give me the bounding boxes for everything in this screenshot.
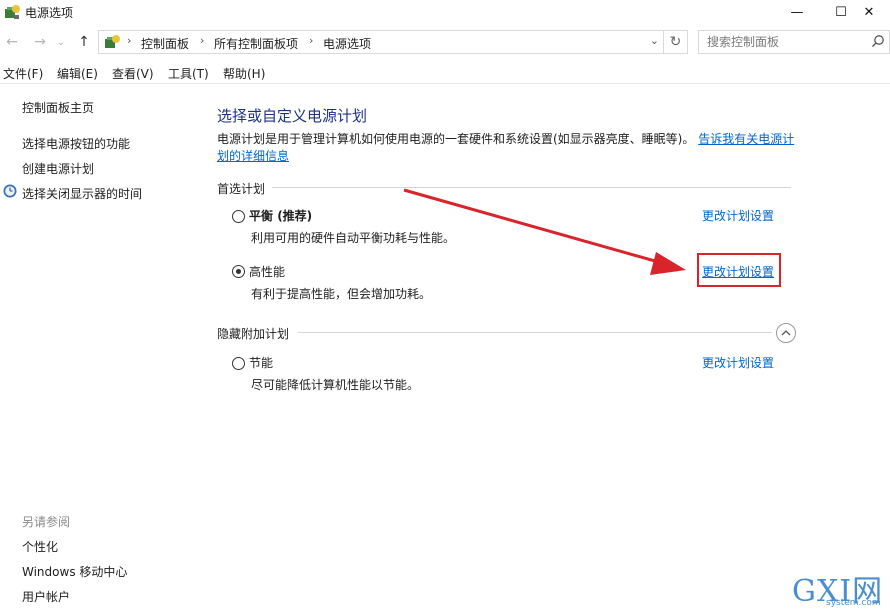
breadcrumb-all-items[interactable]: 所有控制面板项: [214, 35, 298, 52]
see-also-mobility-center[interactable]: Windows 移动中心: [22, 563, 127, 580]
forward-button[interactable]: →: [30, 30, 50, 54]
menu-divider: [0, 83, 890, 84]
search-input[interactable]: [705, 32, 865, 52]
search-icon[interactable]: [871, 34, 885, 48]
plan-balanced-name: 平衡: [249, 209, 274, 223]
plan-high-performance-radio[interactable]: [232, 265, 245, 278]
breadcrumb-control-panel[interactable]: 控制面板: [141, 35, 189, 52]
hidden-plans-heading: 隐藏附加计划: [217, 327, 290, 341]
see-also-user-accounts[interactable]: 用户帐户: [22, 588, 70, 605]
close-button[interactable]: ✕: [846, 0, 890, 24]
learn-more-link[interactable]: 告诉我有关电源计: [698, 132, 794, 146]
recent-locations-button[interactable]: ⌄: [54, 30, 68, 54]
refresh-button[interactable]: ↻: [664, 30, 688, 54]
group-divider: [298, 332, 772, 333]
annotation-arrow: [403, 188, 686, 275]
power-options-icon: [105, 35, 120, 48]
address-bar[interactable]: › 控制面板 › 所有控制面板项 › 电源选项 ⌄: [98, 30, 664, 54]
page-title: 选择或自定义电源计划: [217, 107, 368, 125]
clock-icon: [3, 184, 17, 198]
sidebar-display-off-time[interactable]: 选择关闭显示器的时间: [22, 185, 142, 202]
plan-balanced-description: 利用可用的硬件自动平衡功耗与性能。: [251, 231, 456, 245]
window-title: 电源选项: [25, 6, 74, 20]
breadcrumb-separator: ›: [127, 34, 132, 47]
back-button[interactable]: ←: [2, 30, 22, 54]
learn-more-link-continued[interactable]: 划的详细信息: [217, 149, 289, 163]
plan-power-saver-radio[interactable]: [232, 357, 245, 370]
plan-power-saver-change-settings-link[interactable]: 更改计划设置: [702, 354, 774, 371]
plan-high-performance-description: 有利于提高性能，但会增加功耗。: [251, 287, 432, 301]
breadcrumb-separator: ›: [309, 34, 314, 47]
description-text: 电源计划是用于管理计算机如何使用电源的一套硬件和系统设置(如显示器亮度、睡眠等)…: [217, 132, 695, 146]
breadcrumb-power-options[interactable]: 电源选项: [323, 35, 371, 52]
see-also-heading: 另请参阅: [22, 515, 71, 529]
plan-balanced-label[interactable]: 平衡 (推荐): [249, 207, 312, 224]
arrow-head: [650, 252, 686, 275]
page-description: 电源计划是用于管理计算机如何使用电源的一套硬件和系统设置(如显示器亮度、睡眠等)…: [217, 131, 797, 165]
menu-bar: 文件(F) 编辑(E) 查看(V) 工具(T) 帮助(H): [0, 62, 890, 82]
see-also-personalization[interactable]: 个性化: [22, 538, 58, 555]
plan-power-saver-description: 尽可能降低计算机性能以节能。: [251, 378, 420, 392]
menu-help[interactable]: 帮助(H): [223, 65, 265, 82]
up-button[interactable]: ↑: [74, 30, 94, 54]
menu-edit[interactable]: 编辑(E): [57, 65, 98, 82]
plan-balanced-tag: (推荐): [273, 209, 313, 223]
menu-view[interactable]: 查看(V): [112, 65, 154, 82]
arrow-shaft: [403, 188, 663, 265]
sidebar-create-power-plan[interactable]: 创建电源计划: [22, 160, 94, 177]
navigation-bar: ← → ⌄ ↑ › 控制面板 › 所有控制面板项 › 电源选项 ⌄ ↻: [0, 28, 890, 56]
chevron-up-icon: [781, 330, 791, 336]
plan-balanced-change-settings-link[interactable]: 更改计划设置: [702, 207, 774, 224]
minimize-button[interactable]: —: [774, 0, 820, 24]
menu-file[interactable]: 文件(F): [3, 65, 43, 82]
menu-tools[interactable]: 工具(T): [168, 65, 209, 82]
group-divider: [272, 187, 791, 188]
sidebar-power-button-function[interactable]: 选择电源按钮的功能: [22, 135, 130, 152]
plan-power-saver-label[interactable]: 节能: [249, 354, 273, 371]
preferred-plans-heading: 首选计划: [217, 182, 266, 196]
title-bar: 电源选项 — ☐ ✕: [0, 0, 890, 26]
watermark-subtext: system.com: [826, 598, 881, 608]
address-dropdown-icon[interactable]: ⌄: [650, 34, 659, 47]
breadcrumb-separator: ›: [200, 34, 205, 47]
collapse-hidden-plans-button[interactable]: [776, 323, 796, 343]
annotation-highlight-box: [697, 253, 781, 287]
plan-balanced-radio[interactable]: [232, 210, 245, 223]
search-box[interactable]: [698, 30, 890, 54]
plan-high-performance-label[interactable]: 高性能: [249, 263, 285, 280]
sidebar-control-panel-home[interactable]: 控制面板主页: [22, 99, 94, 116]
power-options-icon: [5, 5, 20, 19]
